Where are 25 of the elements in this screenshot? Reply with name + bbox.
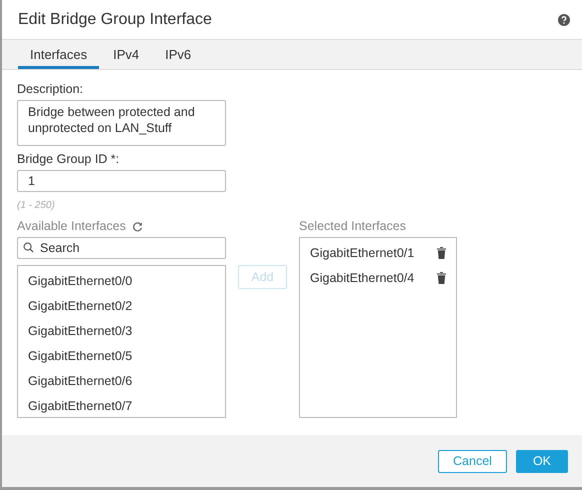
refresh-icon[interactable] <box>132 220 143 232</box>
list-item[interactable]: GigabitEthernet0/0 <box>18 268 225 293</box>
list-item[interactable]: GigabitEthernet0/3 <box>18 318 225 343</box>
list-label: Selected Interfaces <box>299 219 408 233</box>
list-item[interactable]: GigabitEthernet0/2 <box>18 293 225 318</box>
list-item[interactable]: GigabitEthernet0/4 <box>310 270 414 284</box>
field-label: Description: <box>17 82 84 96</box>
list-item[interactable]: GigabitEthernet0/7 <box>18 393 225 418</box>
search-field[interactable]: Search <box>17 237 226 259</box>
range-hint: (1 - 250) <box>17 200 56 211</box>
delete-icon[interactable] <box>437 246 446 258</box>
tab[interactable]: IPv4 <box>101 40 152 69</box>
description-field[interactable]: Bridge between protected and unprotected on LAN_Stuff <box>17 100 226 146</box>
list-label: Available Interfaces <box>17 219 126 233</box>
list-item[interactable]: GigabitEthernet0/1 <box>310 246 414 260</box>
list-item[interactable]: GigabitEthernet0/6 <box>18 368 225 393</box>
dialog-title: Edit Bridge Group Interface <box>18 10 212 28</box>
input-field[interactable]: 1 <box>17 170 226 192</box>
search-icon <box>23 242 34 253</box>
tab[interactable]: Interfaces <box>18 40 100 69</box>
tab[interactable]: IPv6 <box>153 40 204 69</box>
delete-icon[interactable] <box>437 272 446 284</box>
list-item[interactable]: GigabitEthernet0/5 <box>18 343 225 368</box>
field-label: Bridge Group ID *: <box>17 152 120 166</box>
help-icon[interactable] <box>558 14 570 26</box>
